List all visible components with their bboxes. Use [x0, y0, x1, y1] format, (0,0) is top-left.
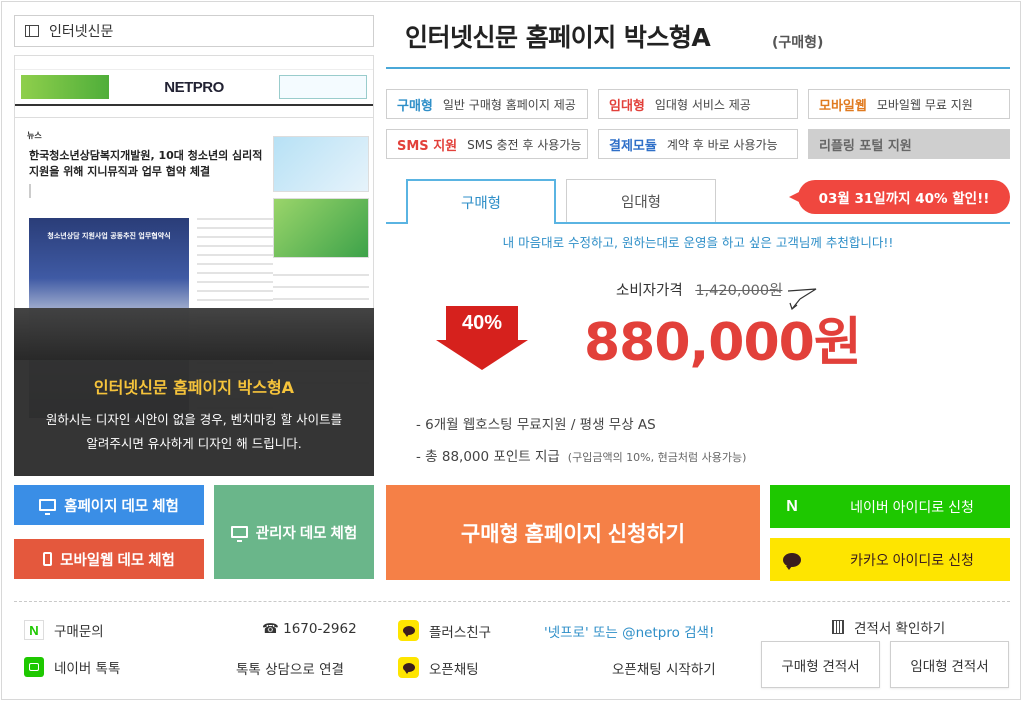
feature-key: SMS 지원	[397, 138, 458, 154]
preview-overlay: 인터넷신문 홈페이지 박스형A 원하시는 디자인 시안이 없을 경우, 벤치마킹…	[14, 308, 374, 476]
mobile-demo-button[interactable]: 모바일웹 데모 체험	[14, 539, 204, 579]
admin-demo-button[interactable]: 관리자 데모 체험	[214, 485, 374, 579]
preview-photo-caption: 청소년상담 지원사업 공동추진 업무협약식	[47, 232, 171, 240]
purchase-inquiry: N 구매문의	[24, 620, 104, 640]
plusfriend-label: 플러스친구	[398, 620, 491, 641]
preview-logo: NETPRO	[164, 78, 224, 96]
naver-n-icon: N	[24, 620, 44, 640]
category-label: 인터넷신문	[49, 24, 114, 40]
preview-nav	[15, 104, 373, 118]
feature-mobile: 모바일웹 모바일웹 무료 지원	[808, 89, 1010, 119]
discount-arrow-badge: 40%	[436, 306, 528, 372]
homepage-demo-button[interactable]: 홈페이지 데모 체험	[14, 485, 204, 525]
preview-subtext	[29, 184, 259, 198]
kakao-apply-label: 카카오 아이디로 신청	[850, 551, 974, 568]
benefit-hosting: - 6개월 웹호스팅 무료지원 / 평생 무상 AS	[416, 417, 656, 433]
product-title: 인터넷신문 홈페이지 박스형A	[405, 23, 711, 52]
openchat-label: 오픈채팅	[398, 657, 479, 678]
feature-key: 구매형	[397, 98, 433, 114]
apply-purchase-button[interactable]: 구매형 홈페이지 신청하기	[386, 485, 760, 580]
preview-headline: 한국청소년상담복지개발원, 10대 청소년의 심리적 지원을 위해 지니뮤직과 …	[29, 149, 263, 178]
product-type: (구매형)	[772, 35, 824, 51]
quote-check-label: 견적서 확인하기	[832, 617, 945, 637]
sale-price: 880,000원	[584, 313, 862, 373]
phone-number[interactable]: ☎ 1670-2962	[262, 621, 357, 637]
feature-desc: SMS 충전 후 사용가능	[467, 137, 582, 152]
kakao-apply-button[interactable]: 카카오 아이디로 신청	[770, 538, 1010, 581]
title-divider	[386, 67, 1010, 69]
down-arrow-icon	[436, 340, 528, 370]
admin-demo-label: 관리자 데모 체험	[255, 525, 358, 542]
overlay-desc-line-2: 알려주시면 유사하게 디자인 해 드립니다.	[86, 436, 302, 451]
smartphone-icon	[43, 552, 53, 566]
mobile-demo-label: 모바일웹 데모 체험	[60, 552, 175, 569]
rental-quote-button[interactable]: 임대형 견적서	[890, 641, 1009, 688]
feature-key: 임대형	[609, 98, 645, 114]
naver-talk-icon	[24, 657, 44, 677]
promo-badge: 03월 31일까지 40% 할인!!	[789, 180, 1010, 214]
feature-key: 리플링 포털 지원	[819, 138, 912, 154]
preview-side-image	[273, 136, 369, 192]
feature-desc: 모바일웹 무료 지원	[876, 97, 973, 112]
calculator-icon	[832, 620, 844, 634]
monitor-icon	[39, 499, 57, 515]
preview-topbar	[15, 56, 373, 70]
feature-payment: 결제모듈 계약 후 바로 사용가능	[598, 129, 798, 159]
overlay-title: 인터넷신문 홈페이지 박스형A	[93, 378, 295, 397]
kakao-bubble-icon	[398, 657, 419, 678]
feature-sms: SMS 지원 SMS 충전 후 사용가능	[386, 129, 588, 159]
consumer-price-old: 1,420,000원	[695, 283, 783, 299]
recommend-text: 내 마음대로 수정하고, 원하는대로 운영을 하고 싶은 고객님께 추천합니다!…	[502, 235, 894, 250]
consumer-price-label: 소비자가격	[616, 283, 683, 299]
feature-key: 모바일웹	[819, 98, 867, 114]
feature-portal: 리플링 포털 지원	[808, 129, 1010, 159]
overlay-desc-line-1: 원하시는 디자인 시안이 없을 경우, 벤치마킹 할 사이트를	[45, 412, 343, 427]
preview-right-banner	[278, 75, 367, 99]
feature-desc: 일반 구매형 홈페이지 제공	[442, 97, 576, 112]
openchat-start-link[interactable]: 오픈채팅 시작하기	[612, 658, 716, 678]
benefit-points-note: (구입금액의 10%, 현금처럼 사용가능)	[567, 451, 747, 464]
panel-icon	[25, 25, 39, 37]
benefit-points: - 총 88,000 포인트 지급 (구입금액의 10%, 현금처럼 사용가능)	[416, 449, 747, 465]
plusfriend-search-link[interactable]: '넷프로' 또는 @netpro 검색!	[544, 621, 714, 641]
naver-apply-label: 네이버 아이디로 신청	[850, 498, 974, 515]
discount-rate: 40%	[461, 312, 503, 334]
kakao-bubble-icon	[398, 620, 419, 641]
preview-header: NETPRO	[15, 70, 373, 104]
tab-purchase[interactable]: 구매형	[406, 179, 556, 224]
feature-rental: 임대형 임대형 서비스 제공	[598, 89, 798, 119]
tab-rental[interactable]: 임대형	[566, 179, 716, 222]
feature-purchase: 구매형 일반 구매형 홈페이지 제공	[386, 89, 588, 119]
feature-desc: 임대형 서비스 제공	[654, 97, 751, 112]
purchase-quote-button[interactable]: 구매형 견적서	[761, 641, 880, 688]
kakao-bubble-icon	[770, 538, 814, 581]
category-label-box: 인터넷신문	[14, 15, 374, 47]
naver-n-icon: N	[786, 497, 798, 515]
feature-key: 결제모듈	[609, 138, 657, 154]
preview-section-title: 뉴스	[27, 131, 42, 140]
naver-talk-label: 네이버 톡톡	[24, 657, 120, 677]
preview-side-banner	[273, 198, 369, 258]
feature-desc: 계약 후 바로 사용가능	[666, 137, 778, 152]
bottom-divider	[14, 601, 1010, 602]
preview-left-banner	[21, 75, 109, 99]
talk-connect-link[interactable]: 톡톡 상담으로 연결	[236, 658, 344, 678]
monitor-icon	[230, 526, 248, 542]
consumer-price-line: 소비자가격 1,420,000원	[616, 279, 782, 300]
homepage-demo-label: 홈페이지 데모 체험	[64, 498, 179, 515]
overlay-description: 원하시는 디자인 시안이 없을 경우, 벤치마킹 할 사이트를 알려주시면 유사…	[14, 408, 374, 456]
naver-apply-button[interactable]: N 네이버 아이디로 신청	[770, 485, 1010, 528]
